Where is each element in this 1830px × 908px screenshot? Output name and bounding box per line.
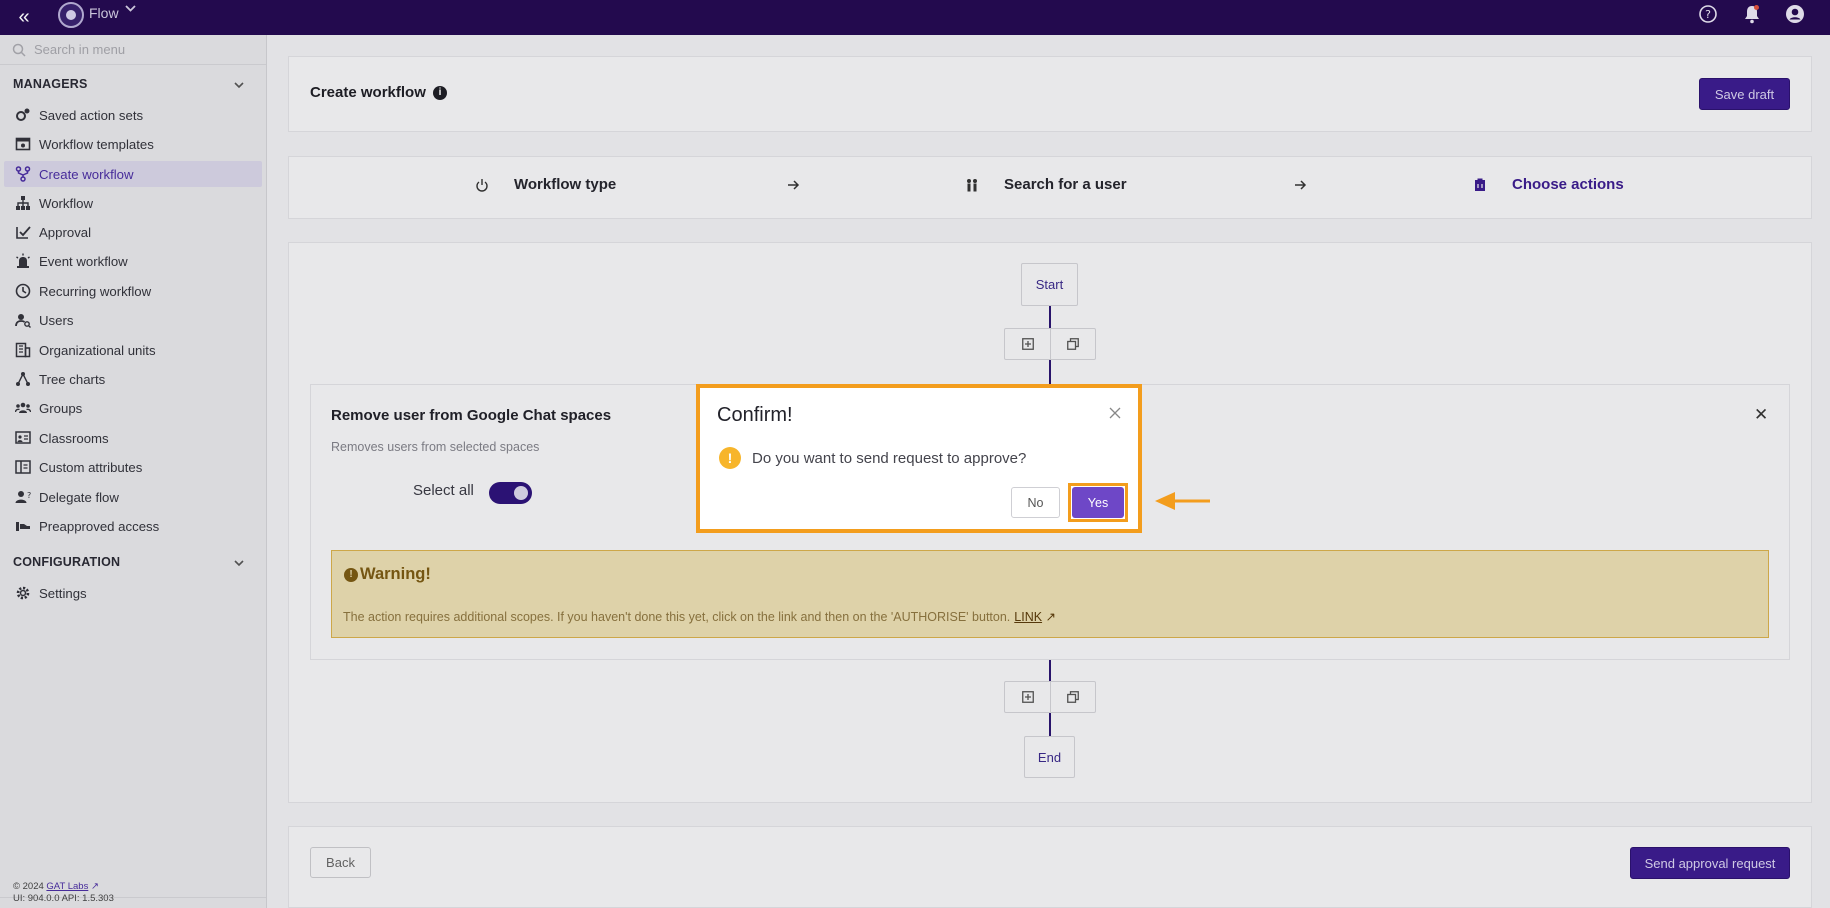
- dialog-title: Confirm!: [717, 404, 793, 426]
- pointer-arrow-icon: [1155, 492, 1210, 510]
- no-button[interactable]: No: [1011, 487, 1060, 518]
- dialog-message: Do you want to send request to approve?: [752, 450, 1027, 467]
- warning-icon: !: [719, 447, 741, 469]
- close-icon[interactable]: [1108, 406, 1122, 420]
- confirm-dialog: Confirm! ! Do you want to send request t…: [696, 384, 1142, 533]
- yes-button[interactable]: Yes: [1072, 487, 1124, 518]
